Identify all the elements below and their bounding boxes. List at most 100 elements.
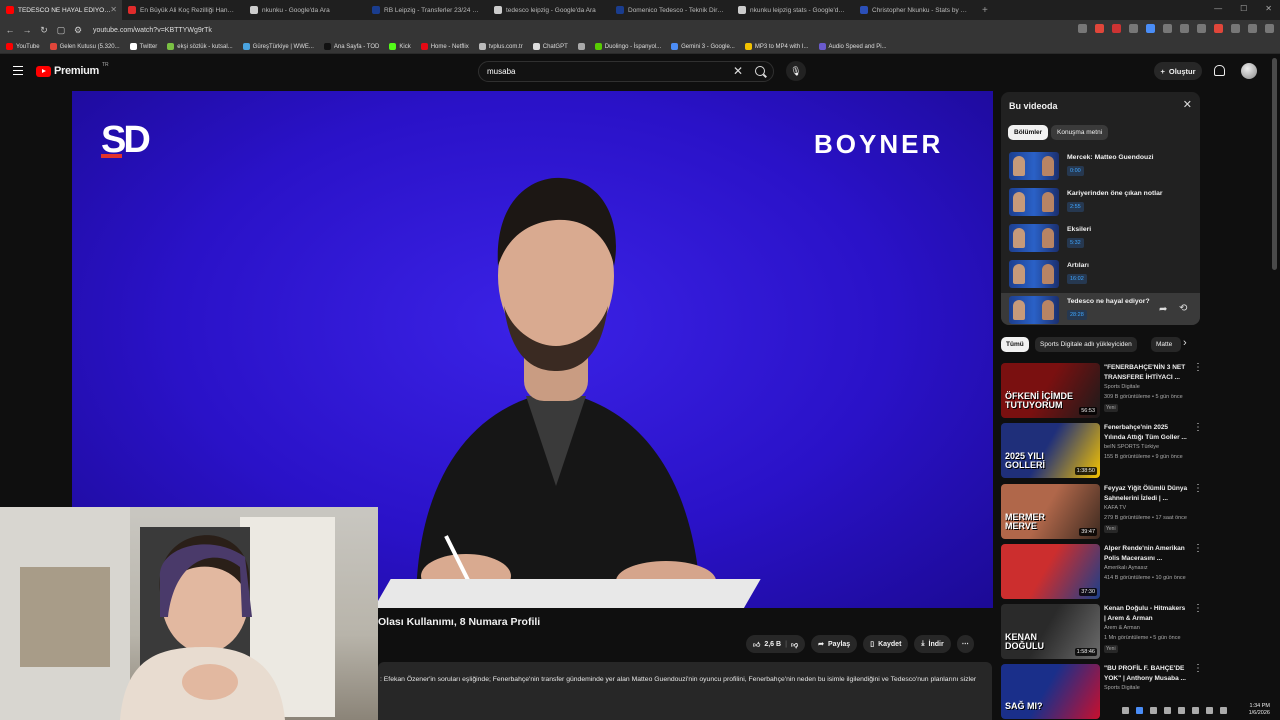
search-input[interactable]: musaba ✕ (478, 61, 774, 82)
menu-icon[interactable] (1265, 24, 1274, 33)
save-button[interactable]: ▯ Kaydet (863, 635, 909, 653)
more-options-icon[interactable]: ⋮ (1193, 362, 1203, 373)
more-options-icon[interactable]: ⋮ (1193, 663, 1203, 674)
bookmark-item[interactable]: Twitter (129, 43, 157, 50)
recommended-video[interactable]: ÖFKENİ İÇİMDE TUTUYORUM 56:53 "FENERBAHÇE'… (1001, 361, 1203, 419)
browser-tab[interactable]: tedesco leipzig - Google'da Ara (488, 0, 610, 20)
extension-icon[interactable] (1163, 24, 1172, 33)
browser-tab[interactable]: RB Leipzig - Transferler 23/24 | Trans (366, 0, 488, 20)
video-thumbnail[interactable]: ÖFKENİ İÇİMDE TUTUYORUM 56:53 (1001, 363, 1100, 418)
back-icon[interactable]: ← (3, 25, 17, 35)
recommended-video[interactable]: 37:30 Alper Rende'nin Amerikan Polis Mace… (1001, 542, 1203, 600)
share-icon[interactable]: ➦ (1159, 304, 1167, 315)
channel-name[interactable]: beIN SPORTS Türkiye (1104, 444, 1159, 450)
filter-more[interactable]: Matte (1151, 337, 1181, 352)
bookmark-item[interactable]: Duolingo - İspanyol... (594, 43, 661, 50)
browser-tab[interactable]: Domenico Tedesco - Teknik Direktör (610, 0, 732, 20)
browser-tab[interactable]: nkunku leipzig stats - Google'da Ara (732, 0, 854, 20)
youtube-logo[interactable]: Premium TR (36, 62, 109, 77)
volume-icon[interactable] (1220, 706, 1227, 714)
chapter-timestamp[interactable]: 5:32 (1067, 238, 1084, 248)
browser-tab[interactable]: Christopher Nkunku - Stats by club | (854, 0, 976, 20)
channel-name[interactable]: Sports Digitale (1104, 384, 1140, 390)
menu-icon[interactable] (13, 66, 23, 75)
bookmark-item[interactable]: Ana Sayfa - TOD (323, 43, 379, 50)
tray-icon[interactable] (1150, 706, 1157, 714)
bookmarks-panel-icon[interactable]: ▢ (54, 25, 68, 36)
download-button[interactable]: ⤓ İndir (914, 635, 951, 653)
video-thumbnail[interactable]: MERMER MERVE 39:47 (1001, 484, 1100, 539)
extension-icon[interactable] (1112, 24, 1121, 33)
site-info-icon[interactable]: ⚙ (71, 25, 85, 36)
tab-transcript[interactable]: Konuşma metni (1051, 125, 1109, 140)
video-thumbnail[interactable]: 2025 YILI GOLLERİ 1:38:50 (1001, 423, 1100, 478)
chapter-timestamp[interactable]: 28:28 (1067, 310, 1087, 320)
video-thumbnail[interactable]: KENAN DOĞULU 1:58:46 (1001, 604, 1100, 659)
minimize-icon[interactable]: — (1214, 4, 1222, 13)
reload-icon[interactable]: ↻ (37, 25, 51, 36)
bookmark-item[interactable]: MP3 to MP4 with I... (744, 43, 809, 50)
tray-icon[interactable] (1178, 706, 1185, 714)
page-scrollbar[interactable] (1272, 58, 1277, 270)
bookmark-item[interactable]: Gelen Kutusu (5.320... (49, 43, 120, 50)
more-options-icon[interactable]: ⋮ (1193, 603, 1203, 614)
extension-icon[interactable] (1197, 24, 1206, 33)
more-options-icon[interactable]: ⋮ (1193, 483, 1203, 494)
recommended-video[interactable]: MERMER MERVE 39:47 Feyyaz Yiğit Ölümlü Dün… (1001, 482, 1203, 540)
extension-icon[interactable] (1180, 24, 1189, 33)
voice-search-icon[interactable]: 🎙 (786, 61, 806, 81)
channel-name[interactable]: Sports Digitale (1104, 685, 1140, 691)
video-thumbnail[interactable]: SAĞ MI? (1001, 664, 1100, 719)
recommended-video[interactable]: 2025 YILI GOLLERİ 1:38:50 Fenerbahçe'nin 2… (1001, 421, 1203, 479)
extension-icon[interactable] (1129, 24, 1138, 33)
chapter-item[interactable]: Tedesco ne hayal ediyor? 28:28 ➦ ⟲ (1001, 293, 1200, 325)
browser-tab[interactable]: nkunku - Google'da Ara (244, 0, 366, 20)
chevron-right-icon[interactable]: › (1183, 337, 1187, 349)
wifi-icon[interactable] (1206, 706, 1213, 714)
create-button[interactable]: + Oluştur (1154, 62, 1202, 80)
system-clock[interactable]: 1:34 PM 1/6/2026 (1249, 703, 1280, 717)
extension-icon[interactable] (1078, 24, 1087, 33)
more-actions-button[interactable]: ⋯ (956, 635, 974, 653)
bookmark-item[interactable]: tvplus.com.tr (478, 43, 523, 50)
forward-icon[interactable]: → (20, 25, 34, 35)
chapter-timestamp[interactable]: 2:55 (1067, 202, 1084, 212)
browser-tab[interactable]: En Büyük Ali Koç Rezilliği Hangisidir (122, 0, 244, 20)
share-button[interactable]: ➦ Paylaş (811, 635, 858, 653)
extension-icon[interactable] (1231, 24, 1240, 33)
more-options-icon[interactable]: ⋮ (1193, 422, 1203, 433)
close-window-icon[interactable]: ✕ (1265, 4, 1272, 13)
search-icon[interactable] (755, 66, 765, 76)
tray-icon[interactable] (1164, 706, 1171, 714)
bookmark-item[interactable]: Kick (389, 43, 411, 50)
tab-chapters[interactable]: Bölümler (1008, 125, 1049, 140)
extension-icon[interactable] (1146, 24, 1155, 33)
clear-search-icon[interactable]: ✕ (733, 64, 743, 78)
video-thumbnail[interactable]: 37:30 (1001, 544, 1100, 599)
url-field[interactable]: youtube.com/watch?v=KBTTYWg9rTk (93, 27, 212, 34)
new-tab-icon[interactable]: + (976, 5, 988, 16)
chapter-item[interactable]: Mercek: Matteo Guendouzi 0:00 (1001, 149, 1200, 185)
tray-icon[interactable] (1192, 706, 1199, 714)
chapter-item[interactable]: Kariyerinden öne çıkan notlar 2:55 (1001, 185, 1200, 221)
bookmark-item[interactable] (577, 43, 585, 50)
bookmark-item[interactable]: YouTube (6, 43, 40, 50)
channel-name[interactable]: KAFA TV (1104, 505, 1126, 511)
like-button[interactable]: 👍︎ 2,6 B | 👎︎ (746, 635, 806, 653)
loop-icon[interactable]: ⟲ (1179, 303, 1187, 314)
bookmark-item[interactable]: Home - Netflix (420, 43, 469, 50)
extension-icon[interactable] (1095, 24, 1104, 33)
chapter-timestamp[interactable]: 0:00 (1067, 166, 1084, 176)
tray-icon[interactable] (1136, 706, 1143, 714)
chapter-timestamp[interactable]: 16:02 (1067, 274, 1087, 284)
close-panel-icon[interactable]: ✕ (1183, 98, 1192, 111)
avatar[interactable] (1241, 63, 1257, 79)
tray-icon[interactable] (1122, 706, 1129, 714)
browser-tab[interactable]: TEDESCO NE HAYAL EDİYOR? | G ✕ (0, 0, 122, 20)
more-options-icon[interactable]: ⋮ (1193, 543, 1203, 554)
video-description[interactable]: : Efekan Özener'in soruları eşliğinde; F… (378, 662, 992, 720)
chapter-item[interactable]: Artıları 16:02 (1001, 257, 1200, 293)
maximize-icon[interactable]: ☐ (1240, 4, 1247, 13)
extension-icon[interactable] (1214, 24, 1223, 33)
dislike-icon[interactable]: 👎︎ (791, 640, 798, 649)
